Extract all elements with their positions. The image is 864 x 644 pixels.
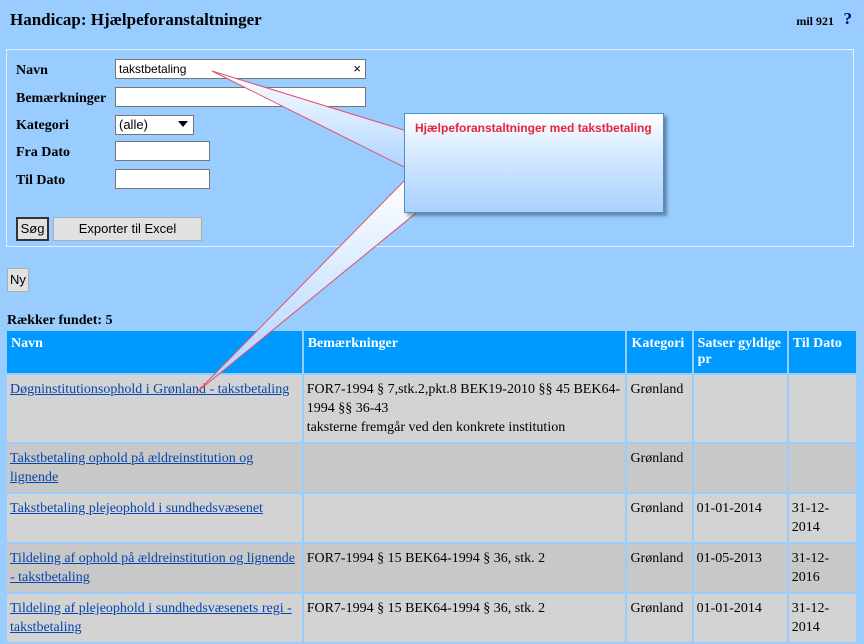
table-row: Tildeling af ophold på ældreinstitution … — [7, 544, 856, 592]
cell-kategori: Grønland — [627, 544, 692, 592]
cell-bemaerkninger-line: FOR7-1994 § 7,stk.2,pkt.8 BEK19-2010 §§ … — [306, 382, 621, 416]
app-code: mil 921 — [796, 14, 834, 28]
cell-bemaerkninger: FOR7-1994 § 15 BEK64-1994 § 36, stk. 2 — [303, 594, 626, 642]
kategori-label: Kategori — [16, 118, 69, 133]
results-table: Navn Bemærkninger Kategori Satser gyldig… — [5, 329, 858, 644]
cell-til-dato: 31-12-2016 — [788, 544, 856, 592]
navn-input-value: takstbetaling — [119, 62, 187, 76]
col-header-navn[interactable]: Navn — [7, 331, 302, 373]
table-row: Tildeling af plejeophold i sundhedsvæsen… — [7, 594, 856, 642]
cell-kategori: Grønland — [627, 444, 692, 492]
chevron-down-icon — [178, 121, 188, 127]
fra-dato-label: Fra Dato — [16, 145, 71, 160]
cell-navn: Tildeling af ophold på ældreinstitution … — [7, 544, 302, 592]
search-button[interactable]: Søg — [16, 217, 49, 241]
cell-til-dato — [788, 375, 856, 442]
cell-kategori: Grønland — [627, 594, 692, 642]
cell-navn: Takstbetaling plejeophold i sundhedsvæse… — [7, 494, 302, 542]
navn-label: Navn — [16, 63, 48, 78]
callout-box: Hjælpeforanstaltninger med takstbetaling — [404, 113, 664, 213]
til-dato-label: Til Dato — [16, 173, 66, 188]
cell-bemaerkninger — [303, 444, 626, 492]
bemaerkninger-label: Bemærkninger — [16, 91, 107, 106]
cell-satser — [693, 444, 787, 492]
cell-bemaerkninger — [303, 494, 626, 542]
row-link[interactable]: Tildeling af ophold på ældreinstitution … — [10, 551, 295, 585]
page-title: Handicap: Hjælpeforanstaltninger — [10, 10, 262, 29]
cell-til-dato: 31-12-2014 — [788, 594, 856, 642]
table-row: Takstbetaling ophold på ældreinstitution… — [7, 444, 856, 492]
callout-text: Hjælpeforanstaltninger med takstbetaling — [415, 121, 652, 135]
cell-navn: Tildeling af plejeophold i sundhedsvæsen… — [7, 594, 302, 642]
col-header-kategori[interactable]: Kategori — [627, 331, 692, 373]
new-button[interactable]: Ny — [7, 268, 29, 292]
export-excel-button[interactable]: Exporter til Excel — [53, 217, 202, 241]
cell-kategori: Grønland — [627, 375, 692, 442]
cell-kategori: Grønland — [627, 494, 692, 542]
row-link[interactable]: Takstbetaling ophold på ældreinstitution… — [10, 451, 253, 485]
row-link[interactable]: Døgninstitutionsophold i Grønland - taks… — [10, 382, 289, 397]
col-header-satser[interactable]: Satser gyldige pr — [693, 331, 787, 373]
row-link[interactable]: Tildeling af plejeophold i sundhedsvæsen… — [10, 601, 292, 635]
cell-satser: 01-01-2014 — [693, 594, 787, 642]
cell-navn: Takstbetaling ophold på ældreinstitution… — [7, 444, 302, 492]
navn-input[interactable]: takstbetaling × — [115, 59, 366, 79]
kategori-select[interactable]: (alle) — [115, 115, 194, 135]
table-row: Døgninstitutionsophold i Grønland - taks… — [7, 375, 856, 442]
rows-found-count: Rækker fundet: 5 — [7, 313, 113, 328]
clear-icon[interactable]: × — [353, 60, 361, 78]
fra-dato-input[interactable] — [115, 141, 210, 161]
cell-bemaerkninger-line: FOR7-1994 § 15 BEK64-1994 § 36, stk. 2 — [306, 601, 546, 616]
cell-til-dato — [788, 444, 856, 492]
table-row: Takstbetaling plejeophold i sundhedsvæse… — [7, 494, 856, 542]
help-icon[interactable]: ? — [844, 9, 853, 29]
cell-bemaerkninger: FOR7-1994 § 15 BEK64-1994 § 36, stk. 2 — [303, 544, 626, 592]
cell-bemaerkninger-line: FOR7-1994 § 15 BEK64-1994 § 36, stk. 2 — [306, 551, 546, 566]
table-header-row: Navn Bemærkninger Kategori Satser gyldig… — [7, 331, 856, 373]
bemaerkninger-input[interactable] — [115, 87, 366, 107]
cell-til-dato: 31-12-2014 — [788, 494, 856, 542]
cell-navn: Døgninstitutionsophold i Grønland - taks… — [7, 375, 302, 442]
kategori-select-value: (alle) — [119, 117, 148, 132]
cell-satser: 01-05-2013 — [693, 544, 787, 592]
cell-satser — [693, 375, 787, 442]
til-dato-input[interactable] — [115, 169, 210, 189]
cell-bemaerkninger-note: taksterne fremgår ved den konkrete insti… — [306, 420, 566, 435]
row-link[interactable]: Takstbetaling plejeophold i sundhedsvæse… — [10, 501, 263, 516]
col-header-bemaerkninger[interactable]: Bemærkninger — [303, 331, 626, 373]
cell-satser: 01-01-2014 — [693, 494, 787, 542]
cell-bemaerkninger: FOR7-1994 § 7,stk.2,pkt.8 BEK19-2010 §§ … — [303, 375, 626, 442]
col-header-til-dato[interactable]: Til Dato — [788, 331, 856, 373]
